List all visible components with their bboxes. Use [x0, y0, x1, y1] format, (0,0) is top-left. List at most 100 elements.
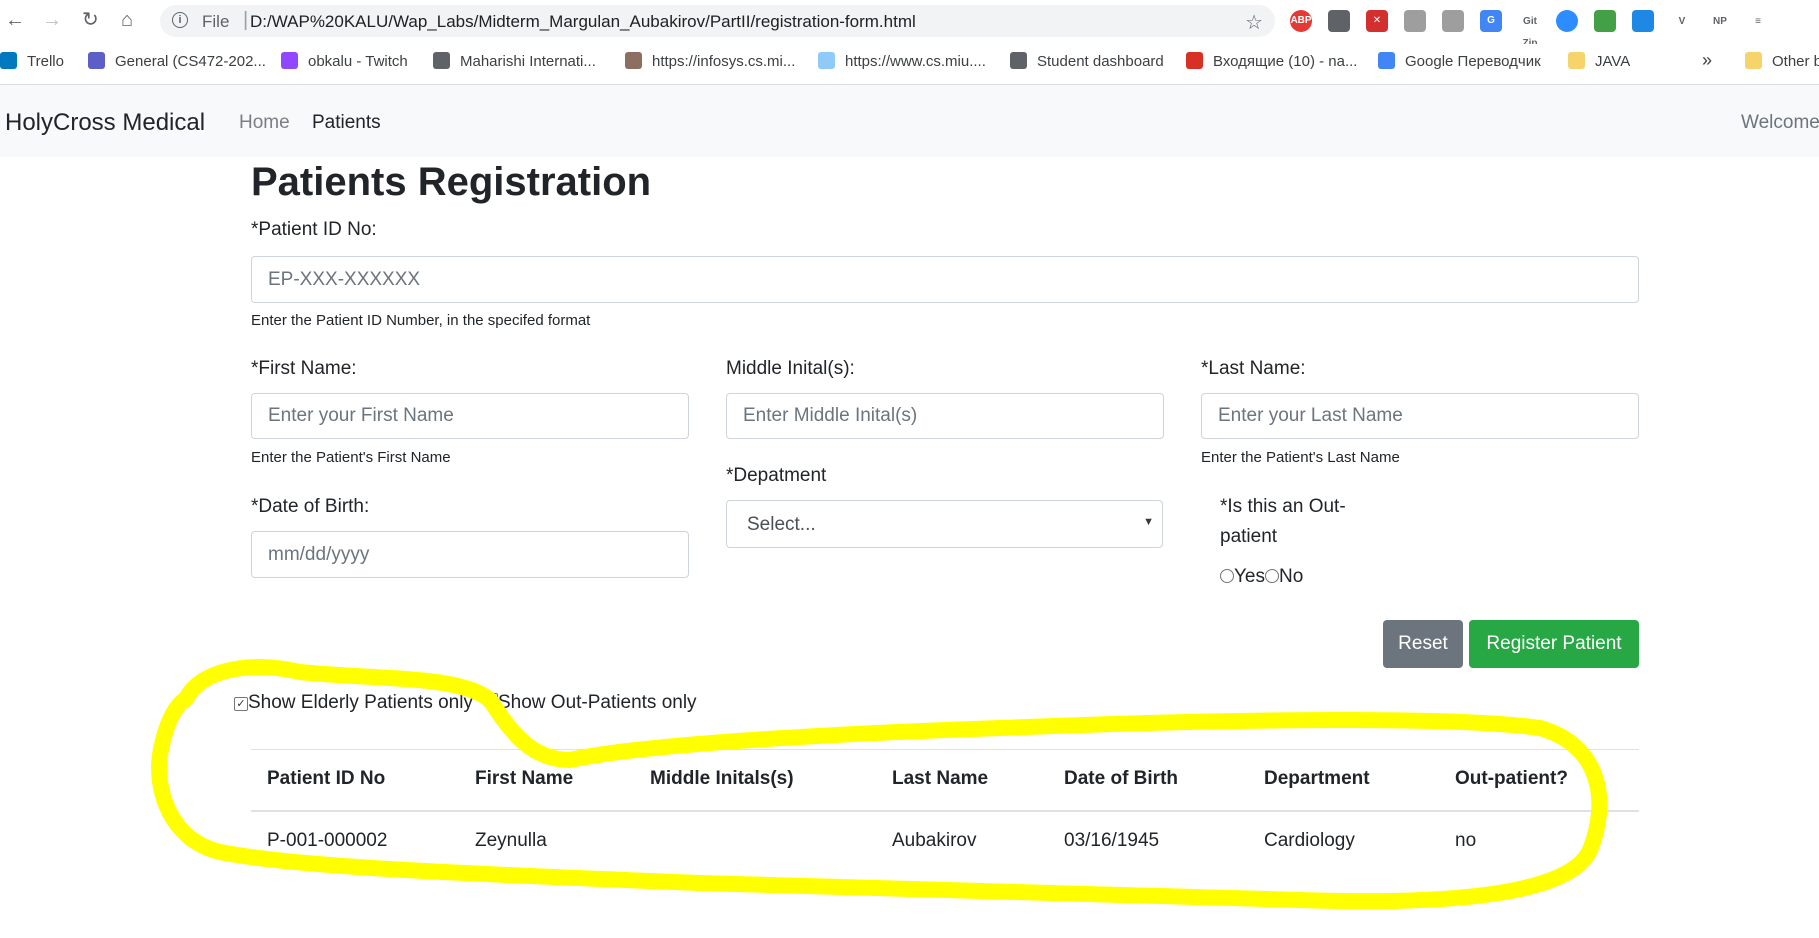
first-name-label: *First Name:: [251, 358, 357, 379]
nav-link-home[interactable]: Home: [239, 112, 290, 134]
google-translate-icon[interactable]: G: [1480, 10, 1502, 32]
browser-toolbar: ← → ↻ ⌂ i File | D:/WAP%20KALU/Wap_Labs/…: [0, 0, 1819, 49]
outpatient-radio-group: Yes No: [1220, 566, 1303, 588]
yes-radio[interactable]: [1220, 569, 1234, 583]
bookmark-favicon-icon: [625, 52, 642, 69]
table-top-border: [251, 749, 1639, 750]
patient-id-input[interactable]: [251, 256, 1639, 303]
bookmark-favicon-icon: [818, 52, 835, 69]
first-name-help: Enter the Patient's First Name: [251, 449, 451, 466]
bookmark-item[interactable]: Maharishi Internati...: [433, 52, 596, 70]
bookmark-item[interactable]: Входящие (10) - na...: [1186, 52, 1357, 70]
bookmark-item[interactable]: General (CS472-202...: [88, 52, 266, 70]
cell-last-name: Aubakirov: [892, 830, 977, 851]
bookmark-label: General (CS472-202...: [115, 53, 266, 70]
other-bookmarks[interactable]: Other b: [1745, 52, 1819, 70]
no-radio-label[interactable]: No: [1279, 566, 1303, 587]
first-name-input[interactable]: [251, 393, 689, 439]
bookmark-favicon-icon: [1568, 52, 1585, 69]
reset-button[interactable]: Reset: [1383, 620, 1463, 668]
middle-initials-label: Middle Inital(s):: [726, 358, 855, 379]
outpatients-filter-label[interactable]: Show Out-Patients only: [498, 692, 697, 713]
info-icon[interactable]: i: [172, 12, 188, 28]
bookmark-favicon-icon: [0, 52, 17, 69]
bookmark-item[interactable]: Google Переводчик: [1378, 52, 1541, 70]
middle-initials-input[interactable]: [726, 393, 1164, 439]
dob-label: *Date of Birth:: [251, 496, 370, 517]
last-name-help: Enter the Patient's Last Name: [1201, 449, 1400, 466]
header-first-name: First Name: [475, 768, 574, 789]
header-patient-id: Patient ID No: [267, 768, 386, 789]
table-header-border: [251, 810, 1639, 812]
bookmark-item[interactable]: https://www.cs.miu....: [818, 52, 986, 70]
cell-first-name: Zeynulla: [475, 830, 547, 851]
dob-input[interactable]: [251, 531, 689, 578]
tomato-icon[interactable]: [1404, 10, 1426, 32]
zoom-icon[interactable]: [1556, 10, 1578, 32]
bookmark-item[interactable]: obkalu - Twitch: [281, 52, 408, 70]
header-last-name: Last Name: [892, 768, 989, 789]
elderly-filter[interactable]: ✓ Show Elderly Patients only: [234, 692, 473, 714]
last-name-label: *Last Name:: [1201, 358, 1306, 379]
no-radio[interactable]: [1265, 569, 1279, 583]
adblock-plus-icon[interactable]: ABP: [1290, 10, 1312, 32]
last-name-input[interactable]: [1201, 393, 1639, 439]
bookmark-item[interactable]: Student dashboard: [1010, 52, 1164, 70]
home-icon[interactable]: ⌂: [121, 9, 133, 31]
forward-arrow-icon[interactable]: →: [42, 9, 62, 31]
department-label: *Depatment: [726, 465, 827, 486]
reading-list-icon[interactable]: ≡: [1746, 10, 1770, 34]
bookmark-favicon-icon: [433, 52, 450, 69]
reload-icon[interactable]: ↻: [82, 9, 99, 31]
address-bar[interactable]: i File | D:/WAP%20KALU/Wap_Labs/Midterm_…: [160, 5, 1275, 37]
paw-icon[interactable]: [1442, 10, 1464, 32]
bookmarks-overflow-icon[interactable]: »: [1702, 50, 1712, 71]
bookmark-star-icon[interactable]: ☆: [1245, 10, 1263, 35]
np-icon[interactable]: NP: [1708, 10, 1732, 34]
extension-circle-icon[interactable]: [1328, 10, 1350, 32]
bookmark-label: https://www.cs.miu....: [845, 53, 986, 70]
bookmark-label: Входящие (10) - na...: [1213, 53, 1358, 70]
nav-link-patients[interactable]: Patients: [312, 112, 381, 134]
folder-icon: [1745, 52, 1762, 69]
url-text[interactable]: D:/WAP%20KALU/Wap_Labs/Midterm_Margulan_…: [250, 12, 916, 32]
patient-id-help: Enter the Patient ID Number, in the spec…: [251, 312, 591, 329]
register-patient-button[interactable]: Register Patient: [1469, 620, 1639, 668]
url-separator: |: [243, 9, 249, 31]
bookmark-label: JAVA: [1595, 53, 1631, 70]
brand-logo-text[interactable]: HolyCross Medical: [5, 109, 205, 137]
outpatients-filter[interactable]: Show Out-Patients only: [484, 692, 697, 714]
bookmark-label: Trello: [27, 53, 64, 70]
bookmark-label: https://infosys.cs.mi...: [652, 53, 796, 70]
outpatient-label-line2: patient: [1220, 526, 1278, 547]
header-department: Department: [1264, 768, 1370, 789]
page-title: Patients Registration: [251, 160, 652, 204]
bookmark-item[interactable]: Trello: [0, 52, 64, 70]
cell-date-of-birth: 03/16/1945: [1064, 830, 1160, 851]
app-navbar: HolyCross Medical Home Patients Welcome: [0, 85, 1819, 157]
shield-x-icon[interactable]: ✕: [1366, 10, 1388, 32]
back-arrow-icon[interactable]: ←: [5, 9, 25, 31]
yes-radio-label[interactable]: Yes: [1234, 566, 1265, 587]
header-out-patient: Out-patient?: [1455, 768, 1568, 789]
elderly-checkbox[interactable]: ✓: [234, 697, 248, 711]
bookmark-item[interactable]: https://infosys.cs.mi...: [625, 52, 795, 70]
blue-square-icon[interactable]: [1632, 10, 1654, 32]
chevron-down-icon: ▼: [1143, 516, 1154, 528]
bookmark-favicon-icon: [1186, 52, 1203, 69]
department-select[interactable]: Select... ▼: [726, 500, 1163, 548]
elderly-filter-label[interactable]: Show Elderly Patients only: [248, 692, 473, 713]
bookmark-item[interactable]: JAVA: [1568, 52, 1630, 70]
bookmark-favicon-icon: [281, 52, 298, 69]
gitzip-icon[interactable]: Git Zip: [1518, 10, 1542, 49]
header-middle-initials: Middle Initals(s): [650, 768, 794, 789]
patient-id-label: *Patient ID No:: [251, 219, 377, 240]
cell-out-patient: no: [1455, 830, 1477, 851]
outpatients-checkbox[interactable]: [484, 693, 498, 707]
bookmark-label: Google Переводчик: [1405, 53, 1541, 70]
header-date-of-birth: Date of Birth: [1064, 768, 1178, 789]
plant-icon[interactable]: [1594, 10, 1616, 32]
cell-department: Cardiology: [1264, 830, 1355, 851]
outpatient-label-line1: *Is this an Out-: [1220, 496, 1346, 517]
vue-devtools-icon[interactable]: V: [1670, 10, 1694, 34]
